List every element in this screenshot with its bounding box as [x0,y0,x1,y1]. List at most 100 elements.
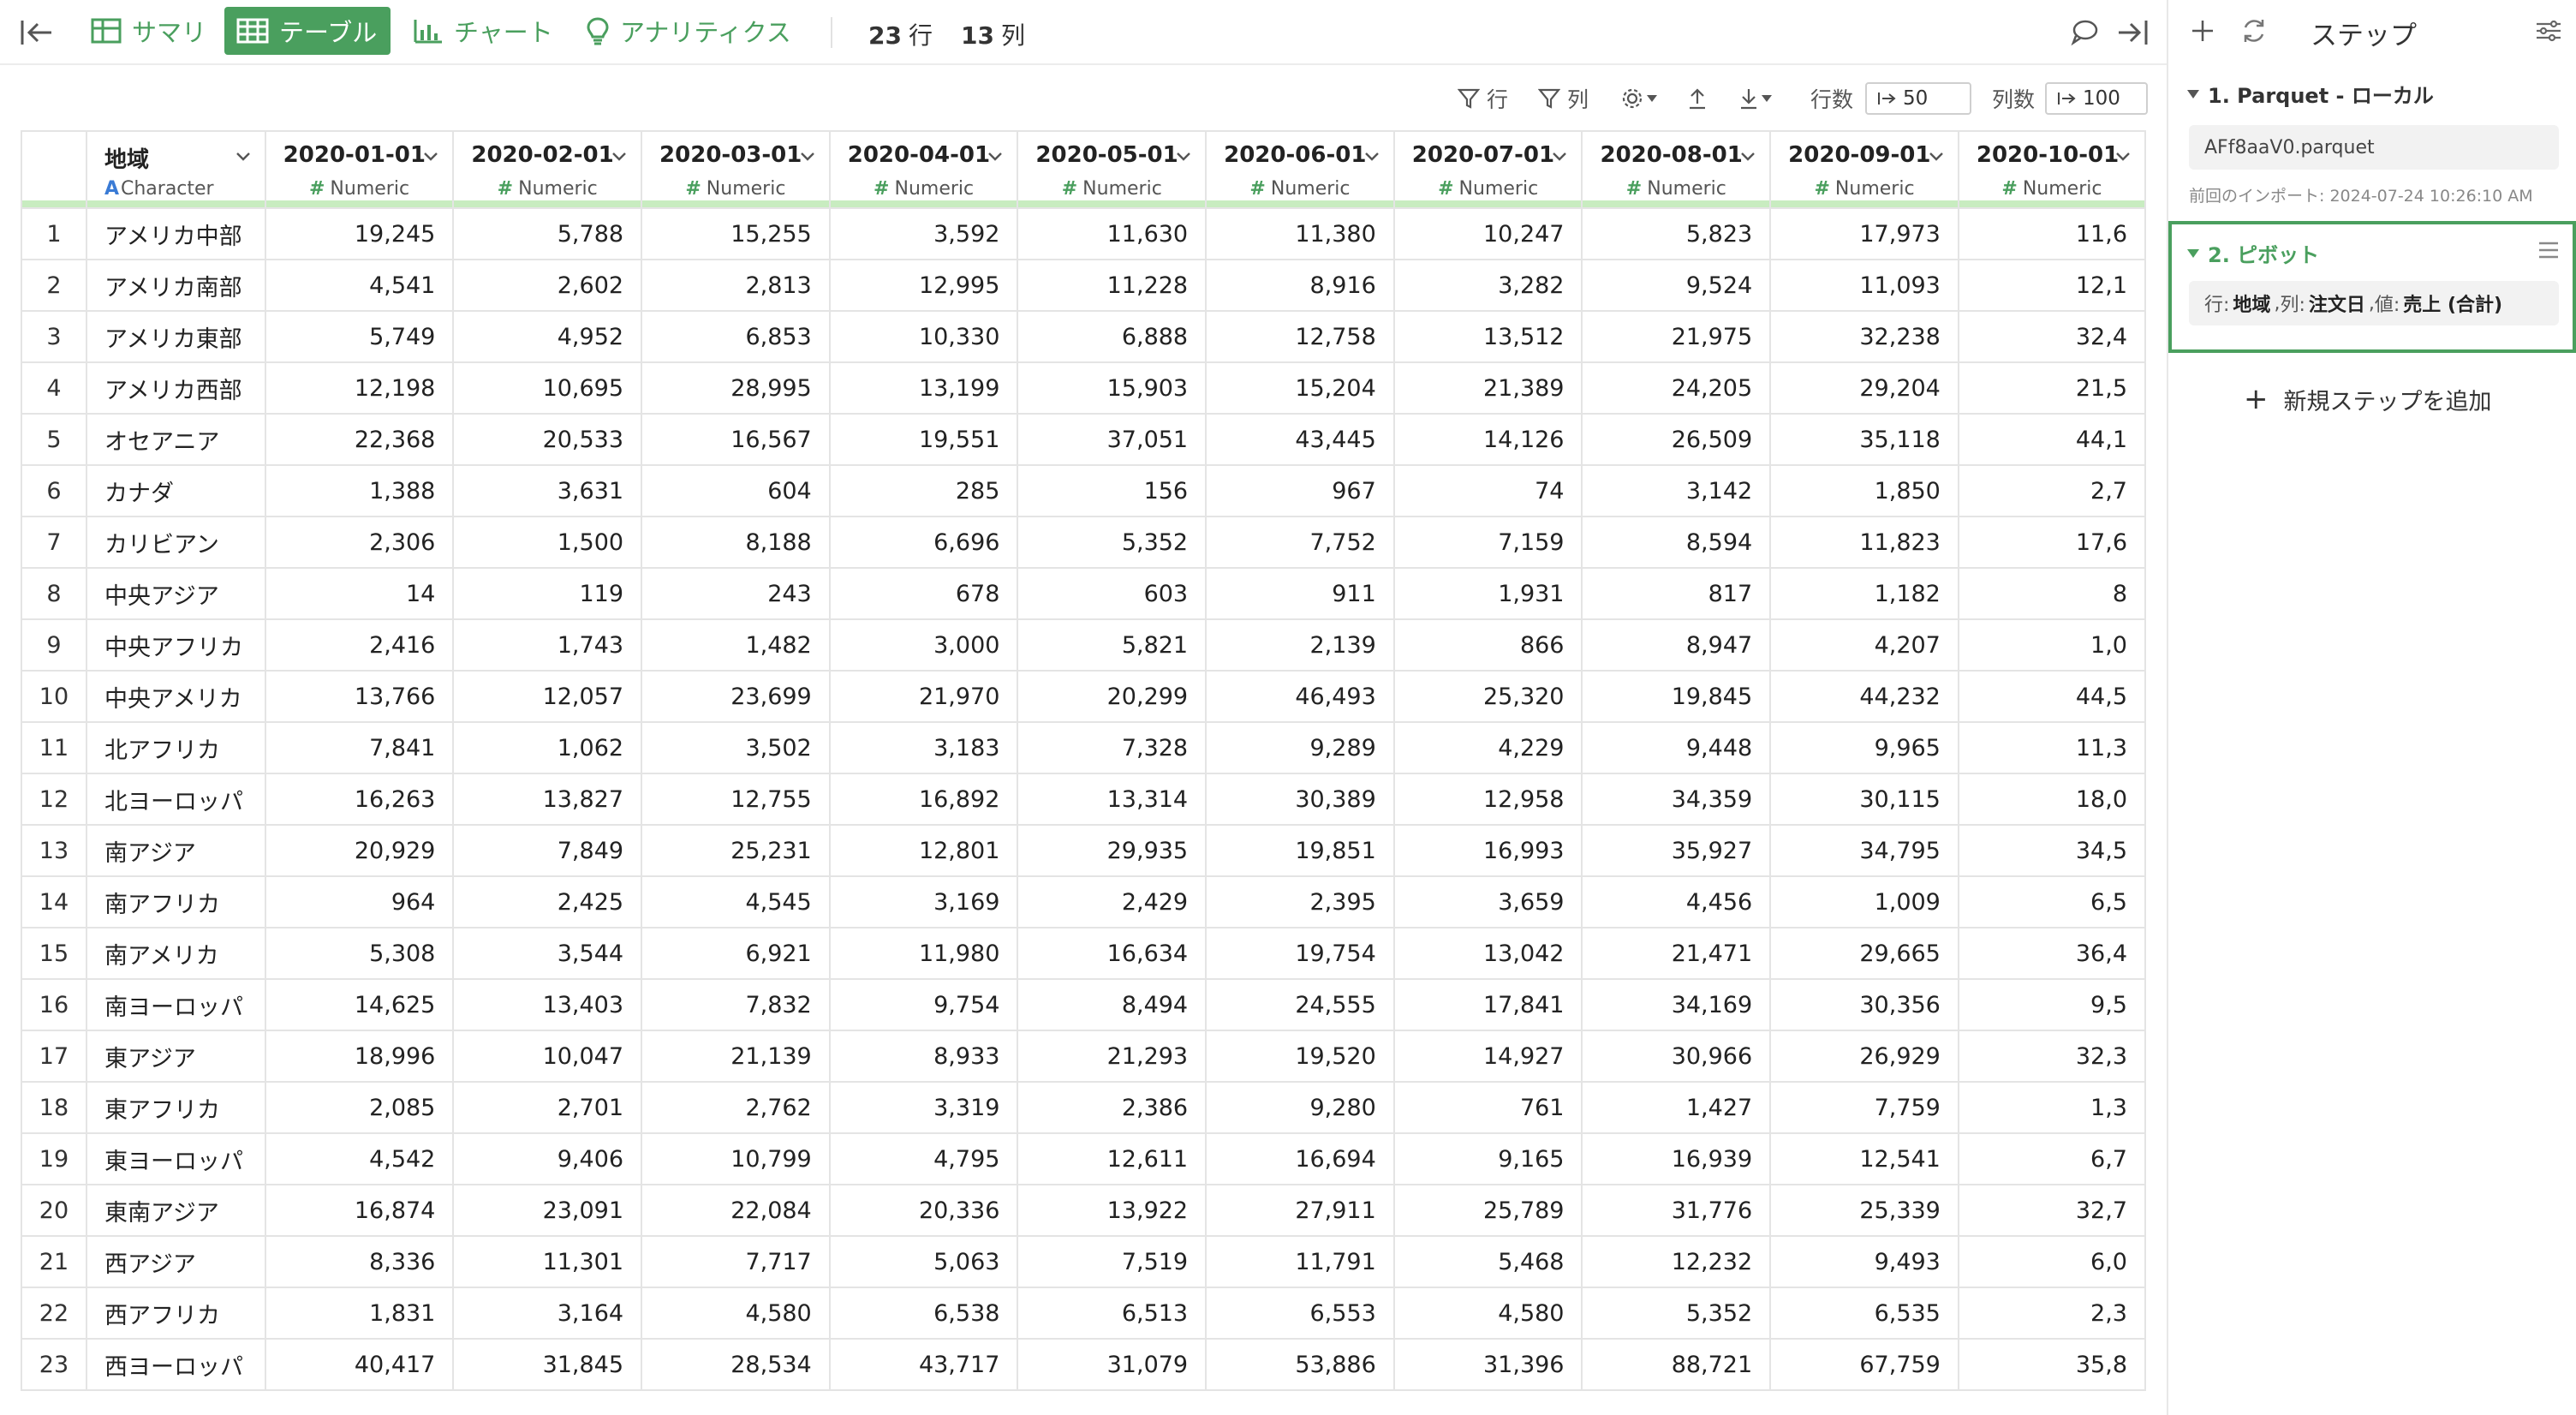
value-cell[interactable]: 285 [828,464,1019,517]
value-cell[interactable]: 23,091 [452,1184,643,1237]
value-cell[interactable]: 6,5 [1957,875,2146,928]
chevron-down-icon[interactable] [1738,147,1757,166]
value-cell[interactable]: 31,079 [1017,1338,1208,1391]
value-cell[interactable]: 6,696 [828,516,1019,569]
region-cell[interactable]: アメリカ中部 [85,207,266,260]
value-cell[interactable]: 32,7 [1957,1184,2146,1237]
region-cell[interactable]: 南アフリカ [85,875,266,928]
value-cell[interactable]: 31,776 [1581,1184,1772,1237]
chevron-down-icon[interactable] [421,147,440,166]
value-cell[interactable]: 21,5 [1957,361,2146,415]
value-cell[interactable]: 28,534 [641,1338,831,1391]
value-cell[interactable]: 14,625 [264,978,455,1031]
add-new-step-button[interactable]: + 新規ステップを追加 [2244,382,2492,416]
value-cell[interactable]: 12,801 [828,824,1019,877]
value-cell[interactable]: 24,555 [1205,978,1395,1031]
value-cell[interactable]: 4,541 [264,259,455,312]
value-cell[interactable]: 20,533 [452,413,643,466]
value-cell[interactable]: 2,602 [452,259,643,312]
value-cell[interactable]: 22,368 [264,413,455,466]
value-cell[interactable]: 1,182 [1769,567,1959,620]
value-cell[interactable]: 10,330 [828,310,1019,363]
value-cell[interactable]: 29,204 [1769,361,1959,415]
download-dropdown-button[interactable] [1738,77,1773,120]
value-cell[interactable]: 13,403 [452,978,643,1031]
value-cell[interactable]: 30,115 [1769,773,1959,826]
value-cell[interactable]: 30,966 [1581,1030,1772,1083]
value-cell[interactable]: 16,694 [1205,1132,1395,1185]
value-cell[interactable]: 13,199 [828,361,1019,415]
value-cell[interactable]: 25,339 [1769,1184,1959,1237]
value-cell[interactable]: 32,238 [1769,310,1959,363]
value-cell[interactable]: 6,853 [641,310,831,363]
value-cell[interactable]: 21,975 [1581,310,1772,363]
value-cell[interactable]: 7,519 [1017,1235,1208,1288]
region-cell[interactable]: 東ヨーロッパ [85,1132,266,1185]
value-cell[interactable]: 12,755 [641,773,831,826]
value-cell[interactable]: 18,996 [264,1030,455,1083]
value-cell[interactable]: 9,965 [1769,721,1959,774]
value-cell[interactable]: 13,922 [1017,1184,1208,1237]
cols-limit-input[interactable]: 100 [2045,82,2148,115]
value-cell[interactable]: 11,301 [452,1235,643,1288]
value-cell[interactable]: 16,939 [1581,1132,1772,1185]
value-cell[interactable]: 4,952 [452,310,643,363]
value-cell[interactable]: 21,471 [1581,927,1772,980]
chevron-down-icon[interactable] [2114,147,2132,166]
value-cell[interactable]: 3,142 [1581,464,1772,517]
value-cell[interactable]: 43,445 [1205,413,1395,466]
value-cell[interactable]: 36,4 [1957,927,2146,980]
value-cell[interactable]: 4,229 [1392,721,1583,774]
value-cell[interactable]: 2,395 [1205,875,1395,928]
value-cell[interactable]: 11,630 [1017,207,1208,260]
tab-summary[interactable]: サマリ [79,7,218,55]
value-cell[interactable]: 2,386 [1017,1081,1208,1134]
step-2-card[interactable]: 2. ピボット 行: 地域, 列: 注文日, 値: 売上 (合計) [2168,221,2576,353]
row-filter-button[interactable]: 行 [1458,77,1508,120]
rows-limit-control[interactable]: 50 [1865,77,1971,120]
value-cell[interactable]: 13,766 [264,670,455,723]
value-cell[interactable]: 12,611 [1017,1132,1208,1185]
value-cell[interactable]: 2,3 [1957,1287,2146,1340]
value-cell[interactable]: 1,427 [1581,1081,1772,1134]
value-cell[interactable]: 2,425 [452,875,643,928]
value-cell[interactable]: 13,512 [1392,310,1583,363]
value-cell[interactable]: 9,406 [452,1132,643,1185]
value-cell[interactable]: 1,0 [1957,618,2146,672]
hamburger-menu-icon[interactable] [2537,240,2561,260]
value-cell[interactable]: 26,509 [1581,413,1772,466]
value-cell[interactable]: 13,827 [452,773,643,826]
value-cell[interactable]: 5,788 [452,207,643,260]
region-cell[interactable]: カナダ [85,464,266,517]
value-cell[interactable]: 8,933 [828,1030,1019,1083]
value-cell[interactable]: 19,551 [828,413,1019,466]
region-cell[interactable]: 南アメリカ [85,927,266,980]
value-cell[interactable]: 678 [828,567,1019,620]
value-cell[interactable]: 43,717 [828,1338,1019,1391]
value-cell[interactable]: 3,169 [828,875,1019,928]
value-cell[interactable]: 15,204 [1205,361,1395,415]
rows-limit-input[interactable]: 50 [1865,82,1971,115]
value-cell[interactable]: 31,845 [452,1338,643,1391]
value-cell[interactable]: 7,832 [641,978,831,1031]
value-cell[interactable]: 6,0 [1957,1235,2146,1288]
value-cell[interactable]: 74 [1392,464,1583,517]
column-header[interactable]: 2020-04-01 # Numeric [828,130,1019,209]
region-cell[interactable]: 西ヨーロッパ [85,1338,266,1391]
value-cell[interactable]: 817 [1581,567,1772,620]
value-cell[interactable]: 18,0 [1957,773,2146,826]
value-cell[interactable]: 156 [1017,464,1208,517]
value-cell[interactable]: 603 [1017,567,1208,620]
value-cell[interactable]: 9,280 [1205,1081,1395,1134]
value-cell[interactable]: 9,289 [1205,721,1395,774]
value-cell[interactable]: 10,695 [452,361,643,415]
value-cell[interactable]: 7,759 [1769,1081,1959,1134]
value-cell[interactable]: 7,328 [1017,721,1208,774]
value-cell[interactable]: 19,851 [1205,824,1395,877]
value-cell[interactable]: 604 [641,464,831,517]
value-cell[interactable]: 3,164 [452,1287,643,1340]
value-cell[interactable]: 10,799 [641,1132,831,1185]
value-cell[interactable]: 1,850 [1769,464,1959,517]
value-cell[interactable]: 25,320 [1392,670,1583,723]
value-cell[interactable]: 119 [452,567,643,620]
